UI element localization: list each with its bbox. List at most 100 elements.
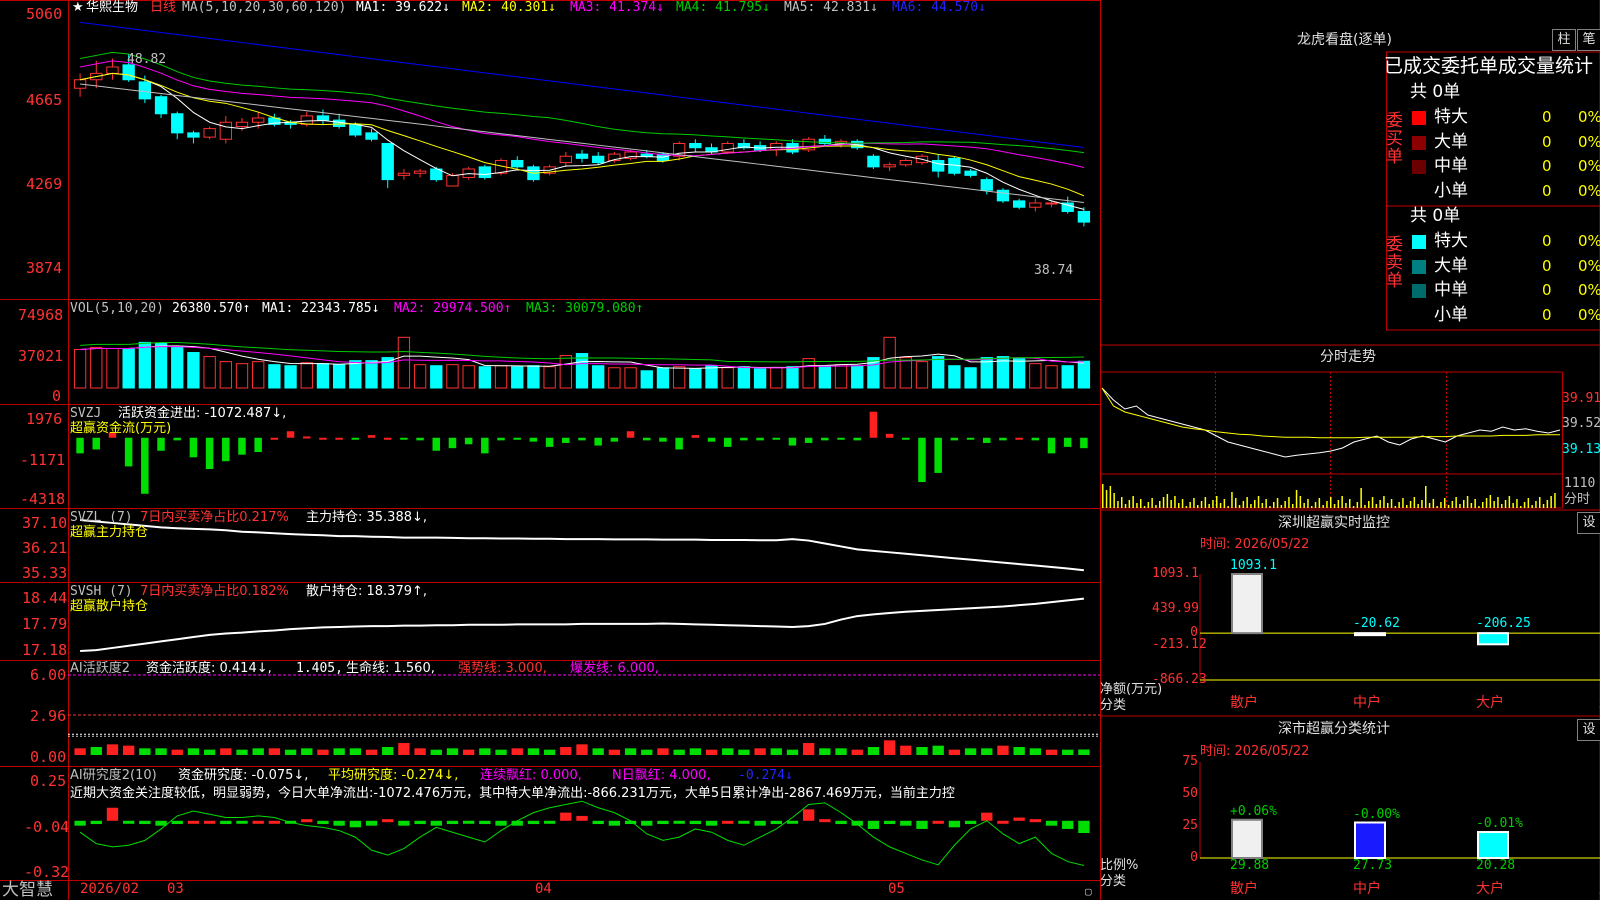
volume-bar — [171, 345, 184, 389]
intraday-axis-tick: 39.52 — [1562, 416, 1600, 431]
capital-flow-bar — [302, 436, 311, 439]
volume-bar — [90, 346, 103, 389]
sell-side-label: 委卖单 — [1386, 235, 1403, 291]
volume-bar — [397, 336, 411, 389]
category-label: 大户 — [1476, 881, 1504, 897]
date-label: 04 — [535, 881, 552, 897]
candle-body — [106, 66, 119, 74]
intraday-volume-bar — [1459, 504, 1461, 508]
intraday-volume-bar — [1265, 499, 1267, 508]
intraday-volume-bar — [1364, 505, 1366, 508]
intraday-volume-bar — [1246, 497, 1248, 508]
intraday-volume-bar — [1102, 484, 1104, 508]
intraday-volume-bar — [1341, 496, 1343, 508]
research-bar — [705, 820, 718, 826]
legend-swatch — [1412, 135, 1426, 150]
research-bar — [786, 820, 799, 824]
stock-name: 华熙生物 — [86, 0, 139, 15]
vol-value: 26380.570↑ — [172, 301, 251, 316]
candle-body — [397, 172, 411, 176]
intraday-volume-bar — [1326, 501, 1328, 508]
capital-flow-bar — [610, 437, 619, 442]
intraday-volume-bar — [1516, 499, 1518, 508]
intraday-volume-bar — [1489, 495, 1492, 508]
volume-bar — [737, 366, 751, 389]
volume-bar — [122, 347, 135, 389]
star-icon[interactable]: ★ — [72, 0, 84, 15]
candle-body — [235, 121, 249, 127]
intraday-volume-bar — [1337, 500, 1340, 508]
activity-bar — [673, 749, 685, 755]
activity-bar — [916, 747, 928, 755]
research-bar — [220, 820, 232, 825]
capital-flow-bar — [902, 437, 910, 440]
activity-bar — [964, 748, 977, 755]
intraday-volume-bar — [1444, 498, 1446, 508]
order-count: 0 — [1542, 132, 1552, 151]
intraday-volume-bar — [1497, 497, 1499, 508]
volume-bar — [365, 360, 378, 389]
order-size-label: 中单 — [1434, 156, 1468, 176]
intraday-volume-bar — [1185, 506, 1188, 508]
intraday-volume-bar — [1231, 492, 1233, 508]
order-pct: 0% — [1578, 256, 1600, 275]
activity-bar — [284, 749, 297, 755]
sz-monitor-settings-button[interactable]: 设 — [1577, 512, 1600, 534]
volume-bar — [899, 357, 912, 389]
order-pct: 0% — [1578, 281, 1600, 299]
intraday-volume-bar — [1387, 503, 1389, 508]
research-bar — [738, 820, 750, 824]
intraday-volume-bar — [1143, 506, 1146, 508]
chart-canvas[interactable] — [0, 0, 1600, 900]
activity-bar — [803, 743, 815, 755]
activity-bar — [333, 748, 345, 755]
svsh-label: 散户持仓: 18.379↑, — [306, 584, 428, 599]
sz-stats-settings-button[interactable]: 设 — [1577, 719, 1600, 741]
capital-flow-bar — [594, 437, 602, 446]
volume-bar — [834, 364, 848, 389]
capital-flow-bar — [562, 437, 570, 443]
activity-bar — [365, 749, 378, 755]
bar-view-button[interactable]: 柱 — [1552, 29, 1576, 51]
order-pct: 0% — [1578, 305, 1600, 324]
ai-active-strong: 强势线: 3.000, — [458, 661, 547, 676]
capital-flow-bar — [578, 437, 586, 441]
intraday-volume-bar — [1463, 500, 1465, 508]
intraday-volume-bar — [1390, 499, 1393, 508]
period-label[interactable]: 日线 — [150, 0, 176, 15]
activity-bar — [187, 748, 200, 755]
capital-flow-bar — [885, 433, 894, 438]
activity-bar — [463, 749, 475, 755]
vol-ma1: MA1: 22343.785↓ — [262, 301, 380, 316]
intraday-volume-bar — [1421, 500, 1423, 508]
volume-bar — [413, 364, 427, 389]
research-bar — [997, 820, 1009, 824]
research-bar — [90, 820, 102, 825]
intraday-volume-bar — [1512, 503, 1514, 508]
intraday-volume-bar — [1295, 490, 1298, 508]
intraday-volume-bar — [1250, 504, 1252, 508]
capital-flow-bar — [804, 437, 813, 443]
tick-view-button[interactable]: 笔 — [1577, 29, 1600, 51]
volume-bar — [316, 363, 330, 389]
ai-research-streak: 连续飘红: 0.000, — [480, 768, 582, 783]
activity-bar — [1013, 747, 1025, 755]
capital-flow-bar — [545, 437, 554, 447]
research-bar — [123, 820, 135, 824]
volume-bar — [511, 366, 524, 389]
buy-total: 共 0单 — [1410, 82, 1461, 102]
activity-bar — [495, 749, 507, 755]
activity-bar — [560, 747, 572, 755]
intraday-volume-bar — [1227, 506, 1229, 508]
capital-flow-bar — [497, 437, 505, 441]
svsh-name: SVSH (7) — [70, 584, 133, 599]
intraday-volume-bar — [1360, 488, 1362, 508]
legend-swatch — [1412, 235, 1426, 249]
intraday-volume-bar — [1383, 496, 1385, 508]
volume-bar — [964, 367, 977, 389]
capital-flow-bar — [723, 437, 732, 447]
ma4-value: MA4: 41.795↓ — [676, 0, 770, 15]
bar-value-label: 29.88 — [1230, 858, 1270, 873]
volume-bar — [1045, 365, 1058, 389]
category-label: 中户 — [1353, 881, 1381, 897]
